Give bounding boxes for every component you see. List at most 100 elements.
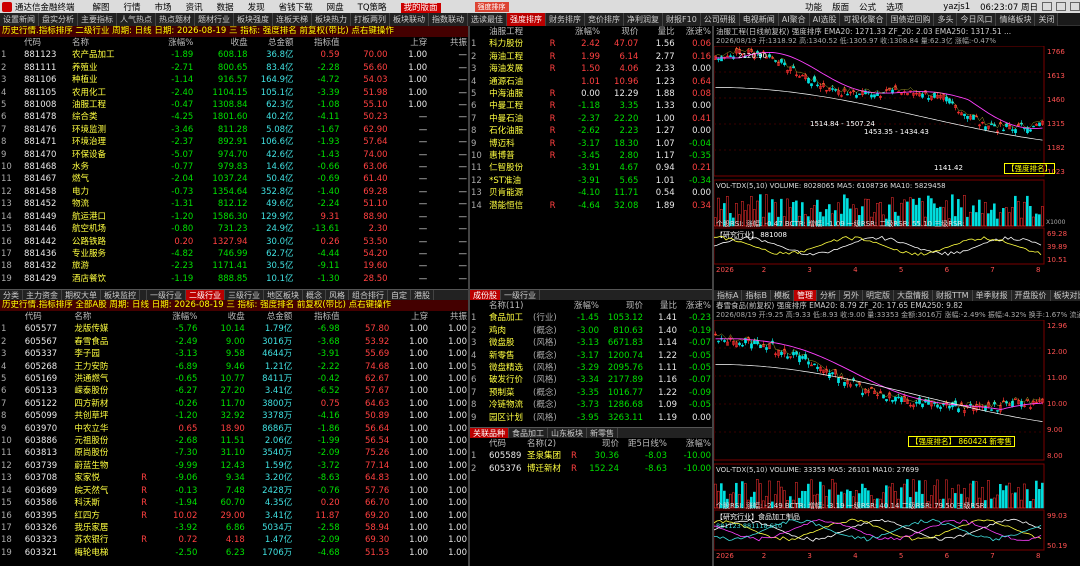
table-row[interactable]: 10 603886 元祖股份 -2.68 11.51 2.06亿 -1.99 56.54 1.0… xyxy=(0,435,468,447)
menu-options[interactable]: 选项 xyxy=(886,1,903,13)
menu-item-5[interactable]: 发现 xyxy=(248,3,265,13)
table-row[interactable]: 4 605268 王力安防 -6.89 9.46 1.21亿 -2.22 74.68 1.00 1… xyxy=(0,361,468,373)
func-tab-11[interactable]: 指数联动 xyxy=(429,13,468,26)
table-row[interactable]: 3 881106 种植业 -1.14 916.57 164.9亿 -4.72 54.03 1.0… xyxy=(0,74,468,86)
table-row[interactable]: 9 博迈科 R -3.17 18.30 1.07 -0.04 xyxy=(470,138,712,150)
menu-layout[interactable]: 版面 xyxy=(832,1,849,13)
col-header[interactable]: 上穿 xyxy=(390,311,429,323)
func-tab-24[interactable]: 多头 xyxy=(934,13,958,26)
table-row[interactable]: 5 605169 洪通燃气 -0.65 10.77 8411万 -0.42 62.67 1.00… xyxy=(0,373,468,385)
tab-tabs3-0[interactable]: 成份股 xyxy=(470,290,501,300)
col-header[interactable] xyxy=(0,311,24,323)
menu-item-4[interactable]: 数据 xyxy=(217,3,234,13)
table-row[interactable]: 6 中曼工程 R -1.18 3.35 1.33 0.00 xyxy=(470,100,712,112)
col-header[interactable]: 代码 xyxy=(24,311,74,323)
tab-tabs1-12[interactable]: 自定 xyxy=(388,290,411,300)
table-row[interactable]: 11 603813 原尚股份 -7.30 31.10 3540万 -2.09 75.26 1.0… xyxy=(0,447,468,459)
table-row[interactable]: 1 881123 农产品加工 -1.89 608.18 36.8亿 0.59 70.00 1.0… xyxy=(0,49,468,61)
tab-tabs1-10[interactable]: 风格 xyxy=(326,290,349,300)
minimize-icon[interactable] xyxy=(1042,2,1052,11)
table-row[interactable]: 12 881458 电力 -0.73 1354.64 352.8亿 -1.40 69.28 — — xyxy=(0,186,468,198)
tab-tabs5-0[interactable]: 指标A xyxy=(714,290,743,301)
func-tab-16[interactable]: 净利润复 xyxy=(624,13,663,26)
stock-candle-chart[interactable]: 12.96 12.00 11.00 10.00 9.00 8.00 VOL-TDX(5,10… xyxy=(714,319,1080,565)
func-tab-0[interactable]: 设置新闻 xyxy=(0,13,39,26)
tab-tabs4-3[interactable]: 新零售 xyxy=(587,428,618,439)
tab-tabs5-11[interactable]: 板块对比 xyxy=(1051,290,1080,301)
func-tab-1[interactable]: 盘实分析 xyxy=(39,13,78,26)
func-tab-13[interactable]: 强度排序 xyxy=(507,13,546,26)
col-header[interactable] xyxy=(340,37,388,49)
func-tab-18[interactable]: 公司研报 xyxy=(700,13,740,26)
col-header[interactable] xyxy=(470,26,488,38)
func-tab-20[interactable]: AI聚合 xyxy=(778,13,810,26)
tab-tabs1-5[interactable]: 一级行业 xyxy=(147,290,186,300)
tab-tabs1-11[interactable]: 组合排行 xyxy=(349,290,388,300)
menu-item-1[interactable]: 行情 xyxy=(124,3,141,13)
func-tab-6[interactable]: 板块强度 xyxy=(234,13,273,26)
col-header[interactable]: 现价 xyxy=(601,26,639,38)
table-row[interactable]: 5 中海油服 R 0.00 12.29 1.88 0.08 xyxy=(470,88,712,100)
col-header[interactable] xyxy=(341,311,391,323)
tab-tabs4-1[interactable]: 食品加工 xyxy=(509,428,548,439)
tab-tabs5-2[interactable]: 模板 xyxy=(771,290,794,301)
func-tab-7[interactable]: 连板天梯 xyxy=(273,13,312,26)
table-row[interactable]: 12 603739 蔚蓝生物 -9.99 12.43 1.59亿 -3.72 77.14 1.0… xyxy=(0,460,468,472)
col-header[interactable]: 涨幅% xyxy=(561,26,601,38)
tab-tabs5-5[interactable]: 另外 xyxy=(840,290,863,301)
table-row[interactable]: 3 海油发展 R 1.50 4.06 2.33 0.00 xyxy=(470,63,712,75)
table-row[interactable]: 7 881476 环境监测 -3.46 811.28 5.08亿 -1.67 62.90 — — xyxy=(0,124,468,136)
col-header[interactable]: 涨幅% xyxy=(140,37,194,49)
tab-tabs5-1[interactable]: 指标B xyxy=(742,290,771,301)
col-header[interactable]: 油服工程 xyxy=(488,26,549,38)
menu-formula[interactable]: 公式 xyxy=(859,1,876,13)
tab-tabs5-6[interactable]: 明定版 xyxy=(863,290,894,301)
table-row[interactable]: 6 605133 嵘泰股份 -6.27 27.20 3.41亿 -6.52 57.67 1.00… xyxy=(0,385,468,397)
tab-tabs5-7[interactable]: 大盘情报 xyxy=(894,290,933,301)
col-header[interactable]: 共振 xyxy=(428,37,468,49)
col-header[interactable]: 涨幅% xyxy=(151,311,198,323)
table-row[interactable]: 1 科力股份 R 2.42 47.07 1.56 0.06 xyxy=(470,38,712,50)
menu-item-0[interactable]: 解图 xyxy=(93,3,110,13)
menu-item-8[interactable]: TQ策略 xyxy=(358,3,387,13)
table-row[interactable]: 13 881452 物流 -1.31 812.12 49.6亿 -2.24 51.10 — — xyxy=(0,198,468,210)
menu-item-7[interactable]: 网盘 xyxy=(327,3,344,13)
func-tab-15[interactable]: 竞价排序 xyxy=(585,13,624,26)
table-row[interactable]: 18 603323 苏农银行 R 0.72 4.18 1.47亿 -2.09 69.30 1.00… xyxy=(0,534,468,546)
func-tab-8[interactable]: 板块热力 xyxy=(312,13,351,26)
table-row[interactable]: 17 603326 我乐家居 -3.92 6.86 5034万 -2.58 58.94 1.00… xyxy=(0,522,468,534)
table-row[interactable]: 9 园区计划 (风格) -3.95 3263.11 1.19 0.00 xyxy=(470,412,712,424)
col-header[interactable]: 总金额 xyxy=(249,37,295,49)
col-header[interactable] xyxy=(570,438,580,450)
func-tab-25[interactable]: 今日风口 xyxy=(957,13,997,26)
func-tab-10[interactable]: 板块联动 xyxy=(390,13,429,26)
table-row[interactable]: 16 881442 公路铁路 0.20 1327.94 30.0亿 0.26 53.50 — — xyxy=(0,236,468,248)
func-tab-19[interactable]: 电视新闻 xyxy=(739,13,779,26)
func-tab-26[interactable]: 情绪板块 xyxy=(996,13,1036,26)
tab-tabs1-6[interactable]: 二级行业 xyxy=(186,290,225,300)
table-row[interactable]: 18 881432 旅游 -2.23 1171.41 30.5亿 -9.11 19.60 — — xyxy=(0,260,468,272)
func-tab-14[interactable]: 财务排序 xyxy=(546,13,585,26)
col-header[interactable]: 指标值 xyxy=(293,311,340,323)
tab-tabs4-0[interactable]: 关联品种 xyxy=(470,428,509,439)
table-row[interactable]: 8 冷链物流 (概念) -3.73 1286.68 1.09 -0.05 xyxy=(470,399,712,411)
table-row[interactable]: 2 605567 春雪食品 -2.49 9.00 3016万 -3.68 53.92 1.00 1… xyxy=(0,336,468,348)
table-row[interactable]: 9 603970 中农立华 0.65 18.90 8686万 -1.86 56.64 1.00 1… xyxy=(0,423,468,435)
menu-item-6[interactable]: 省钱下载 xyxy=(279,3,313,13)
func-tab-17[interactable]: 财报F10 xyxy=(663,13,701,26)
col-header[interactable]: 涨幅% xyxy=(668,438,712,450)
table-row[interactable]: 19 603321 梅轮电梯 -2.50 6.23 1706万 -4.68 51.53 1.00… xyxy=(0,547,468,559)
col-header[interactable]: 现价 xyxy=(600,300,644,312)
table-row[interactable]: 9 881470 环保设备 -5.07 974.70 42.6亿 -1.43 74.00 — — xyxy=(0,149,468,161)
col-header[interactable]: 代码 xyxy=(488,438,526,450)
close-icon[interactable] xyxy=(1070,2,1080,11)
menu-item-2[interactable]: 市场 xyxy=(155,3,172,13)
col-header[interactable]: 共振 xyxy=(429,311,468,323)
menu-item-3[interactable]: 资讯 xyxy=(186,3,203,13)
table-row[interactable]: 3 605337 李子园 -3.13 9.58 4644万 -3.91 55.69 1.00 1.… xyxy=(0,348,468,360)
table-row[interactable]: 13 603708 家家悦 R -9.06 9.34 3.20亿 -8.63 64.83 1.00… xyxy=(0,472,468,484)
col-header[interactable]: 名称 xyxy=(71,37,140,49)
func-tab-27[interactable]: 关闭 xyxy=(1035,13,1059,26)
col-header[interactable]: 指标值 xyxy=(295,37,341,49)
func-tab-12[interactable]: 选读最佳 xyxy=(468,13,507,26)
